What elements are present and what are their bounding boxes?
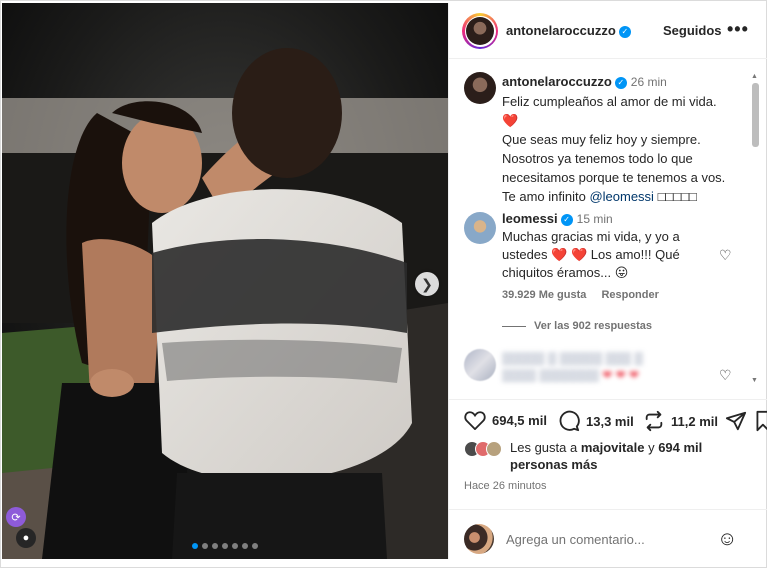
red-heart-emoji: ❤️ (502, 113, 519, 128)
verified-badge-icon: ✓ (614, 76, 627, 89)
post-modal: ❯ ⟳ ● antonelaroccuzzo ✓ Seguidos ••• ant… (0, 0, 767, 568)
carousel-dot[interactable] (232, 543, 238, 549)
carousel-dot[interactable] (222, 543, 228, 549)
repost-icon (645, 410, 663, 432)
comment-icon (559, 410, 580, 432)
more-options-icon[interactable]: ••• (727, 19, 749, 40)
carousel-dot[interactable] (202, 543, 208, 549)
post-caption: antonelaroccuzzo ✓ 26 min Feliz cumpleaños… (502, 72, 742, 206)
comment-item: leomessi ✓ 15 min Muchas gracias mi vida, … (502, 210, 727, 282)
chevron-right-icon: ❯ (421, 275, 433, 292)
caption-author-avatar[interactable] (464, 72, 496, 104)
add-comment-bar: ☺ (449, 509, 767, 559)
post-sidebar: antonelaroccuzzo ✓ Seguidos ••• antonelar… (448, 3, 767, 559)
carousel-dot[interactable] (192, 543, 198, 549)
blurred-comment-avatar[interactable] (464, 349, 496, 381)
caption-username[interactable]: antonelaroccuzzo (502, 74, 612, 89)
comment-author-avatar[interactable] (464, 212, 496, 244)
save-button[interactable] (755, 410, 767, 432)
following-button[interactable]: Seguidos (663, 23, 722, 38)
scroll-down-arrow-icon[interactable]: ▼ (751, 377, 758, 384)
blurred-hearts: ❤ ❤ ❤ (602, 368, 640, 382)
author-username[interactable]: antonelaroccuzzo ✓ (506, 23, 631, 38)
carousel-dot[interactable] (252, 543, 258, 549)
blurred-line-2: ▒▒▒▒ ▒▒▒▒▒▒▒ (502, 368, 599, 382)
red-hearts-emoji: ❤️ ❤️ (551, 247, 588, 262)
likes-count[interactable]: 694,5 mil (492, 413, 547, 428)
remix-icon[interactable]: ⟳ (6, 507, 26, 527)
verified-badge-icon: ✓ (560, 213, 573, 226)
caption-line-1: Feliz cumpleaños al amor de mi vida. (502, 94, 717, 109)
scroll-up-arrow-icon[interactable]: ▲ (751, 73, 758, 80)
comment-like-heart-icon[interactable]: ♡ (719, 367, 732, 384)
carousel-indicator (2, 543, 448, 549)
post-header: antonelaroccuzzo ✓ Seguidos ••• (449, 3, 767, 59)
comment-likes-count[interactable]: 39.929 Me gusta (502, 289, 586, 301)
carousel-dot[interactable] (242, 543, 248, 549)
author-avatar[interactable] (462, 13, 498, 49)
comment-time: 15 min (576, 212, 613, 226)
blurred-comment: ▒▒▒▒▒ ▒ ▒▒▒▒▒ ▒▒▒ ▒ ▒▒▒▒ ▒▒▒▒▒▒▒ ❤ ❤ ❤ (502, 350, 672, 384)
emoji-icon[interactable]: ☺ (717, 528, 737, 551)
post-timestamp[interactable]: Hace 26 minutos (464, 480, 547, 492)
liker-avatar[interactable] (486, 441, 502, 457)
blurred-line-1: ▒▒▒▒▒ ▒ ▒▒▒▒▒ ▒▒▒ ▒ (502, 351, 643, 365)
verified-badge-icon: ✓ (618, 25, 631, 38)
user-tag-icon[interactable]: ● (16, 528, 36, 548)
comment-username[interactable]: leomessi (502, 211, 558, 226)
view-replies-link[interactable]: Ver las 902 respuestas (502, 320, 652, 332)
scroll-thumb[interactable] (752, 83, 759, 147)
reply-button[interactable]: Responder (601, 289, 658, 301)
repost-button[interactable]: 11,2 mil (643, 410, 718, 432)
liked-by-user-link[interactable]: majovitale (581, 440, 645, 455)
liked-by-prefix: Les gusta a (510, 440, 578, 455)
send-icon (725, 411, 747, 431)
comment-meta: 39.929 Me gusta Responder (502, 289, 671, 301)
caption-emojis: □□□□□ (657, 189, 697, 204)
replies-divider (502, 325, 526, 327)
comments-section: antonelaroccuzzo ✓ 26 min Feliz cumpleaños… (449, 60, 767, 390)
comment-input[interactable] (506, 532, 706, 547)
comment-like-heart-icon[interactable]: ♡ (719, 247, 732, 264)
next-photo-button[interactable]: ❯ (415, 272, 439, 296)
post-actions: 694,5 mil 13,3 mil 11,2 mil (449, 399, 767, 443)
bookmark-icon (756, 410, 767, 432)
post-photo[interactable]: ❯ ⟳ ● (2, 3, 448, 559)
liked-by-text: Les gusta a majovitale y 694 mil persona… (510, 439, 750, 473)
couple-photo-illustration (2, 3, 448, 559)
send-button[interactable] (725, 410, 753, 432)
liked-by-connector: y (648, 440, 655, 455)
heart-icon (464, 411, 486, 430)
shares-count[interactable]: 11,2 mil (671, 414, 718, 429)
author-username-text[interactable]: antonelaroccuzzo (506, 23, 616, 38)
tongue-emoji: 😛 (614, 265, 629, 280)
view-replies-text[interactable]: Ver las 902 respuestas (534, 320, 652, 332)
comments-count[interactable]: 13,3 mil (586, 414, 634, 429)
caption-time: 26 min (630, 75, 667, 89)
carousel-dot[interactable] (212, 543, 218, 549)
comments-scrollbar[interactable]: ▲ ▼ (751, 73, 759, 389)
mention-link[interactable]: @leomessi (589, 189, 654, 204)
current-user-avatar (464, 524, 494, 554)
like-button[interactable]: 694,5 mil (464, 410, 547, 430)
comment-button[interactable]: 13,3 mil (558, 410, 634, 432)
